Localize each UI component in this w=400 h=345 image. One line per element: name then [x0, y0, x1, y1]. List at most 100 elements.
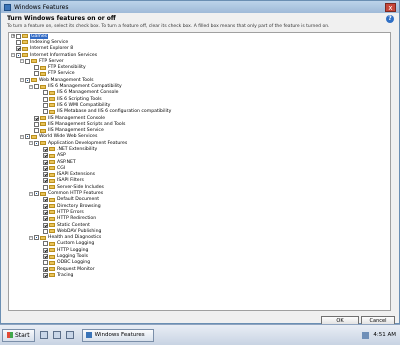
feature-checkbox[interactable]	[43, 254, 48, 260]
feature-label[interactable]: ODBC Logging	[57, 260, 90, 265]
explorer-icon[interactable]	[65, 331, 74, 339]
feature-checkbox[interactable]	[43, 203, 48, 209]
feature-label[interactable]: IIS 6 Management Compatibility	[48, 84, 122, 89]
feature-label[interactable]: IIS 6 Management Console	[57, 90, 118, 95]
collapse-icon[interactable]: -	[20, 59, 24, 64]
feature-checkbox[interactable]	[16, 52, 21, 58]
feature-label[interactable]: ISAPI Filters	[57, 178, 84, 183]
feature-checkbox[interactable]	[43, 159, 48, 165]
feature-checkbox[interactable]	[34, 115, 39, 121]
collapse-icon[interactable]: -	[11, 53, 15, 58]
collapse-icon[interactable]: -	[29, 235, 33, 240]
server-manager-icon[interactable]	[39, 331, 48, 339]
feature-label[interactable]: IIS Metabase and IIS 6 configuration com…	[57, 109, 171, 114]
feature-label[interactable]: IIS Management Service	[48, 128, 104, 133]
collapse-icon[interactable]: -	[20, 78, 24, 83]
feature-label[interactable]: FTP Server	[39, 59, 64, 64]
feature-label[interactable]: Application Development Features	[48, 141, 127, 146]
feature-label[interactable]: Static Content	[57, 223, 90, 228]
folder-icon	[49, 223, 55, 228]
feature-label[interactable]: Internet Information Services	[30, 53, 97, 58]
feature-label[interactable]: HTTP Redirection	[57, 216, 96, 221]
feature-checkbox[interactable]	[25, 77, 30, 83]
feature-checkbox[interactable]	[43, 266, 48, 272]
network-icon[interactable]	[362, 331, 370, 339]
feature-label[interactable]: FTP Service	[48, 71, 75, 76]
feature-checkbox[interactable]	[34, 71, 39, 77]
feature-checkbox[interactable]	[43, 228, 48, 234]
feature-checkbox[interactable]	[43, 178, 48, 184]
feature-checkbox[interactable]	[25, 134, 30, 140]
feature-checkbox[interactable]	[25, 58, 30, 64]
feature-label[interactable]: Games	[30, 33, 49, 39]
feature-label[interactable]: FTP Extensibility	[48, 65, 86, 70]
feature-checkbox[interactable]	[43, 109, 48, 115]
feature-checkbox[interactable]	[34, 128, 39, 134]
feature-checkbox[interactable]	[34, 84, 39, 90]
clock[interactable]: 4:51 AM	[373, 332, 396, 338]
start-button[interactable]: Start	[2, 328, 35, 342]
feature-checkbox[interactable]	[43, 222, 48, 228]
feature-checkbox[interactable]	[43, 96, 48, 102]
title-bar[interactable]: Windows Features x	[1, 1, 399, 13]
feature-label[interactable]: ISAPI Extensions	[57, 172, 95, 177]
feature-label[interactable]: Request Monitor	[57, 267, 95, 272]
collapse-icon[interactable]: -	[20, 134, 24, 139]
tree-item[interactable]: Tracing	[9, 272, 390, 278]
features-tree[interactable]: + Games Indexing Service Internet Explorer …	[8, 32, 391, 311]
feature-label[interactable]: Web Management Tools	[39, 78, 94, 83]
feature-checkbox[interactable]	[34, 191, 39, 197]
feature-checkbox[interactable]	[43, 184, 48, 190]
feature-checkbox[interactable]	[43, 209, 48, 215]
collapse-icon[interactable]: -	[29, 191, 33, 196]
close-button[interactable]: x	[385, 2, 396, 12]
feature-label[interactable]: Server-Side Includes	[57, 185, 104, 190]
expand-icon[interactable]: +	[11, 34, 15, 39]
feature-label[interactable]: World Wide Web Services	[39, 134, 97, 139]
feature-checkbox[interactable]	[16, 46, 21, 52]
feature-label[interactable]: Health and Diagnostics	[48, 235, 101, 240]
feature-checkbox[interactable]	[43, 146, 48, 152]
feature-label[interactable]: Default Document	[57, 197, 99, 202]
feature-checkbox[interactable]	[43, 90, 48, 96]
feature-label[interactable]: IIS Management Console	[48, 116, 105, 121]
feature-checkbox[interactable]	[34, 235, 39, 241]
feature-checkbox[interactable]	[16, 39, 21, 45]
feature-checkbox[interactable]	[43, 165, 48, 171]
taskbar-windows-features[interactable]: Windows Features	[81, 328, 154, 342]
feature-checkbox[interactable]	[43, 241, 48, 247]
collapse-icon[interactable]: -	[29, 84, 33, 89]
help-icon[interactable]: ?	[386, 15, 394, 23]
feature-label[interactable]: Indexing Service	[30, 40, 68, 45]
feature-label[interactable]: HTTP Errors	[57, 210, 84, 215]
feature-checkbox[interactable]	[34, 65, 39, 71]
feature-label[interactable]: ASP	[57, 153, 66, 158]
feature-checkbox[interactable]	[43, 247, 48, 253]
feature-label[interactable]: ASP.NET	[57, 160, 76, 165]
feature-label[interactable]: IIS Management Scripts and Tools	[48, 122, 125, 127]
feature-label[interactable]: CGI	[57, 166, 65, 171]
feature-label[interactable]: IIS 6 Scripting Tools	[57, 97, 102, 102]
feature-checkbox[interactable]	[43, 172, 48, 178]
feature-checkbox[interactable]	[43, 260, 48, 266]
feature-checkbox[interactable]	[34, 121, 39, 127]
feature-checkbox[interactable]	[43, 153, 48, 159]
powershell-icon[interactable]	[52, 331, 61, 339]
feature-label[interactable]: Logging Tools	[57, 254, 88, 259]
feature-label[interactable]: Tracing	[57, 273, 73, 278]
feature-checkbox[interactable]	[43, 102, 48, 108]
feature-checkbox[interactable]	[34, 140, 39, 146]
feature-label[interactable]: WebDAV Publishing	[57, 229, 101, 234]
collapse-icon[interactable]: -	[29, 141, 33, 146]
feature-checkbox[interactable]	[43, 272, 48, 278]
feature-label[interactable]: Custom Logging	[57, 241, 94, 246]
feature-label[interactable]: IIS 6 WMI Compatibility	[57, 103, 110, 108]
feature-label[interactable]: .NET Extensibility	[57, 147, 97, 152]
feature-label[interactable]: Directory Browsing	[57, 204, 101, 209]
feature-label[interactable]: Common HTTP Features	[48, 191, 103, 196]
feature-label[interactable]: HTTP Logging	[57, 248, 88, 253]
feature-label[interactable]: Internet Explorer 8	[30, 46, 73, 51]
feature-checkbox[interactable]	[43, 216, 48, 222]
feature-checkbox[interactable]	[16, 33, 21, 39]
feature-checkbox[interactable]	[43, 197, 48, 203]
